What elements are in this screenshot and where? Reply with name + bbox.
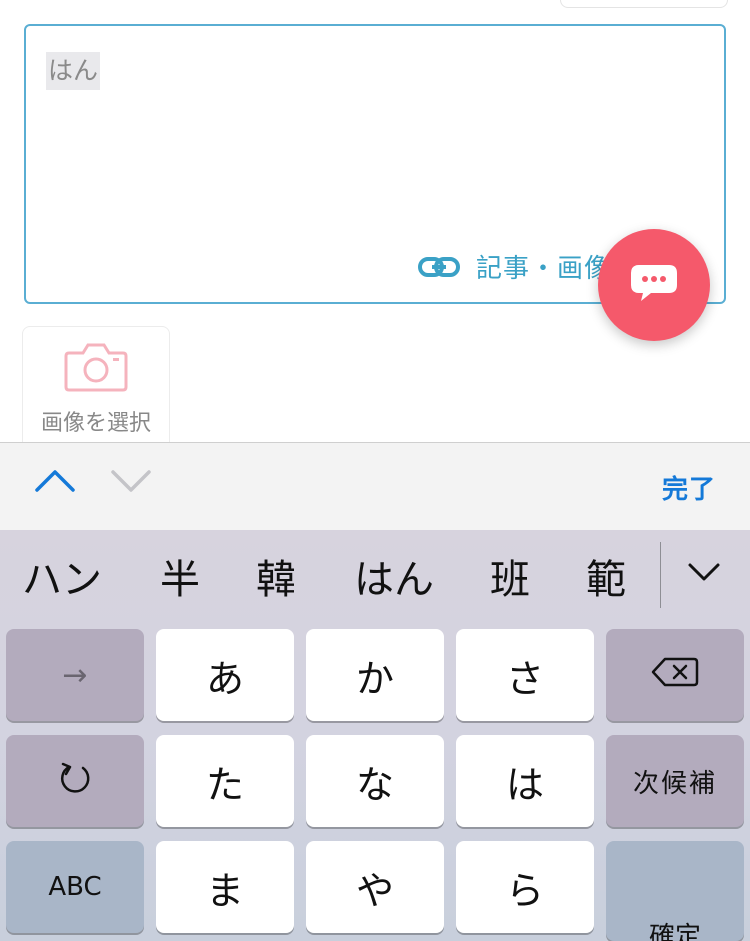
- confirm-key-label: 確定: [648, 922, 701, 941]
- chevron-down-icon[interactable]: [686, 560, 722, 588]
- abc-key[interactable]: ABC: [6, 841, 144, 933]
- attach-link-button[interactable]: 記事・画像: [418, 248, 611, 285]
- candidate-item[interactable]: はん: [354, 556, 434, 604]
- candidate-bar: ハン 半 韓 はん 班 範: [0, 530, 750, 628]
- kana-key-sa[interactable]: さ: [456, 629, 594, 721]
- delete-key[interactable]: [606, 629, 744, 721]
- kana-key-ka[interactable]: か: [306, 629, 444, 721]
- candidate-item[interactable]: ハン: [22, 556, 102, 604]
- kana-key-ra[interactable]: ら: [456, 841, 594, 933]
- candidate-item[interactable]: 韓: [256, 556, 296, 604]
- kana-key-a[interactable]: あ: [156, 629, 294, 721]
- kana-key-ta[interactable]: た: [156, 735, 294, 827]
- app-content: はん 記事・画像 画像を選択: [0, 0, 750, 442]
- candidate-item[interactable]: 半: [160, 556, 200, 604]
- delete-icon: [651, 656, 699, 695]
- kana-key-ma[interactable]: ま: [156, 841, 294, 933]
- next-candidate-key[interactable]: 次候補: [606, 735, 744, 827]
- candidate-divider: [660, 542, 661, 608]
- chat-fab-button[interactable]: [598, 229, 710, 341]
- confirm-key[interactable]: 確定: [606, 841, 744, 941]
- link-icon: [418, 256, 460, 278]
- image-picker-label: 画像を選択: [40, 411, 151, 436]
- undo-key[interactable]: [6, 735, 144, 827]
- attach-link-label: 記事・画像: [476, 254, 612, 284]
- image-picker-button[interactable]: 画像を選択: [22, 326, 170, 442]
- candidate-item[interactable]: 範: [586, 556, 626, 604]
- candidate-item[interactable]: 班: [490, 556, 530, 604]
- keyboard-accessory-bar: 完了: [0, 442, 750, 530]
- compose-text: はん: [46, 52, 101, 90]
- top-element-edge: [560, 0, 728, 8]
- chevron-down-icon[interactable]: [110, 467, 152, 497]
- next-char-key[interactable]: →: [6, 629, 144, 721]
- kana-key-na[interactable]: な: [306, 735, 444, 827]
- arrow-right-icon: →: [62, 657, 88, 693]
- kana-key-ha[interactable]: は: [456, 735, 594, 827]
- chevron-up-icon[interactable]: [34, 467, 76, 497]
- done-button[interactable]: 完了: [662, 469, 716, 506]
- japanese-keyboard: ハン 半 韓 はん 班 範 → あ か さ た な は 次候補 ABC ま や …: [0, 530, 750, 941]
- undo-icon: [55, 758, 95, 805]
- chat-bubble-icon: [629, 263, 679, 307]
- kana-key-ya[interactable]: や: [306, 841, 444, 933]
